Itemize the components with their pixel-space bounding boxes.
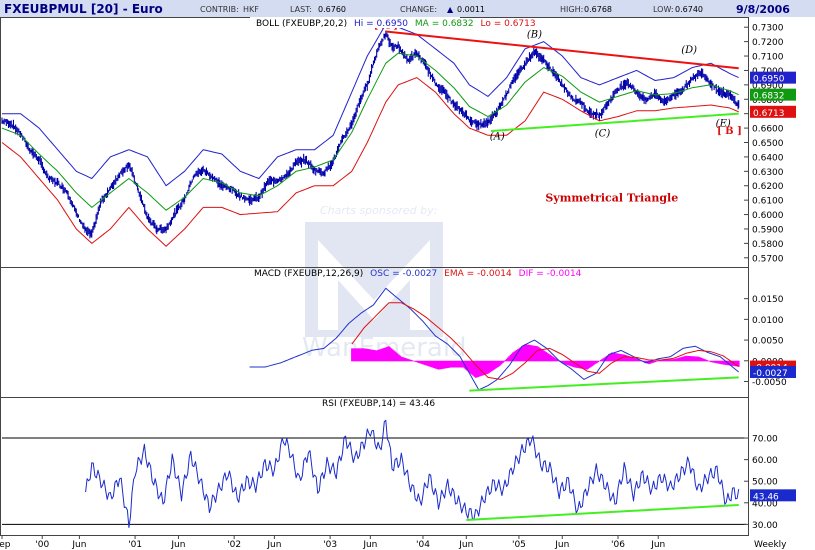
x-axis-label: '04 [416, 540, 430, 550]
macd-axis-tick-label: 0.0150 [752, 295, 784, 305]
change-up-icon: ▲ [447, 5, 454, 14]
rsi-panel-title: RSI (FXEUBP,14) = 43.46 [322, 399, 435, 409]
sponsor-watermark: Charts sponsored by: WanEmerald [302, 204, 467, 363]
x-axis-label: Jun [362, 540, 377, 550]
last-value: 0.6760 [318, 5, 346, 14]
x-axis: Sep '00 Jun '01 Jun '02 Jun '03 Jun '04 Jun '05 Jun '… [0, 535, 787, 550]
x-axis-label: '01 [128, 540, 142, 550]
legend-osc: OSC = -0.0027 [370, 269, 437, 279]
macd-trendline [469, 376, 739, 392]
legend-ma: MA = 0.6832 [415, 19, 474, 29]
price-axis-tick-label: 0.6300 [752, 168, 784, 178]
price-axis-tick-label: 0.7100 [752, 53, 784, 63]
high-value: 0.6768 [584, 5, 612, 14]
pattern-annotation: Symmetrical Triangle [545, 192, 678, 205]
price-axis-tick-label: 0.5700 [752, 254, 784, 264]
price-axis-tick-label: 0.6500 [752, 139, 784, 149]
pattern-annotation: (C) [595, 129, 611, 140]
rsi-value-tag-text: 43.46 [753, 492, 779, 502]
macd-axis-tick-label: 0.0050 [752, 337, 784, 347]
rsi-axis-tick-label: 50.00 [752, 478, 778, 488]
x-axis-label: Jun [650, 540, 665, 550]
x-axis-label: '06 [611, 540, 625, 550]
macd-panel-title: MACD (FXEUBP,12,26,9) OSC = -0.0027 EMA … [254, 269, 582, 279]
rsi-line [85, 419, 740, 528]
x-axis-label: '00 [35, 540, 49, 550]
price-axis-tick-label: 0.7200 [752, 38, 784, 48]
macd-value-tag-text: -0.0027 [753, 369, 788, 379]
pattern-annotation: (D) [681, 45, 697, 56]
contrib-value: HKF [243, 5, 259, 14]
price-axis-tick-label: 0.6000 [752, 211, 784, 221]
legend-dif: DIF = -0.0014 [519, 269, 582, 279]
high-label: HIGH: [560, 5, 583, 14]
x-axis-label: Sep [0, 540, 11, 550]
pattern-annotation: (A) [490, 132, 505, 143]
price-axis-tick-label: 0.6100 [752, 197, 784, 207]
rsi-axis-tick-label: 70.00 [752, 435, 778, 445]
symbol-title: FXEUBPMUL [20] - Euro [4, 2, 163, 16]
rsi-axis-tick-label: 30.00 [752, 521, 778, 531]
price-axis-tick-label: 0.6600 [752, 125, 784, 135]
price-axis-tick-label: 0.5800 [752, 240, 784, 250]
price-axis-tick-label: 0.6200 [752, 182, 784, 192]
x-axis-label: Jun [71, 540, 86, 550]
pattern-annotation: (B) [527, 29, 542, 40]
price-value-tag-text: 0.6713 [753, 109, 785, 119]
macd-axis-tick-label: 0.0100 [752, 316, 784, 326]
rsi-panel: 70.0060.0050.0040.0030.0043.46 [2, 419, 796, 531]
price-axis-tick-label: 0.5900 [752, 225, 784, 235]
rsi-panel-frame [0, 397, 749, 536]
price-value-tag-text: 0.6832 [753, 92, 785, 102]
sponsor-text: Charts sponsored by: [320, 204, 437, 217]
legend-hi: Hi = 0.6950 [354, 19, 408, 29]
low-value: 0.6740 [675, 5, 703, 14]
chart-window: FXEUBPMUL [20] - Euro CONTRIB: HKF LAST:… [0, 0, 815, 550]
price-axis-tick-label: 0.7300 [752, 24, 784, 34]
contrib-label: CONTRIB: [200, 5, 239, 14]
macd-axis-tick-label: -0.0050 [752, 378, 787, 388]
change-label: CHANGE: [400, 5, 437, 14]
x-axis-label: '03 [323, 540, 337, 550]
x-axis-label: Jun [458, 540, 473, 550]
price-title-text: BOLL (FXEUBP,20,2) [256, 19, 347, 29]
price-axis-tick-label: 0.6400 [752, 153, 784, 163]
change-value: 0.0011 [457, 5, 485, 14]
chart-canvas: FXEUBPMUL [20] - Euro CONTRIB: HKF LAST:… [0, 0, 815, 550]
chart-date: 9/8/2006 [736, 3, 790, 16]
pattern-annotation: [ B ] [717, 126, 742, 137]
rsi-trendline [466, 503, 739, 522]
price-panel-title: BOLL (FXEUBP,20,2) Hi = 0.6950 MA = 0.68… [256, 19, 536, 29]
x-axis-label: '02 [227, 540, 241, 550]
x-axis-label: Jun [554, 540, 569, 550]
last-label: LAST: [290, 5, 312, 14]
legend-lo: Lo = 0.6713 [480, 19, 535, 29]
x-axis-label: Jun [266, 540, 281, 550]
upper-bollinger-band [2, 23, 739, 187]
macd-title-text: MACD (FXEUBP,12,26,9) [254, 269, 363, 279]
price-value-tag-text: 0.6950 [753, 75, 785, 85]
lower-bollinger-band [1, 77, 739, 247]
low-label: LOW: [653, 5, 674, 14]
x-axis-label: '05 [512, 540, 526, 550]
x-axis-label: Jun [170, 540, 185, 550]
legend-ema: EMA = -0.0014 [444, 269, 512, 279]
rsi-axis-tick-label: 60.00 [752, 456, 778, 466]
period-label: Weekly [754, 540, 787, 550]
